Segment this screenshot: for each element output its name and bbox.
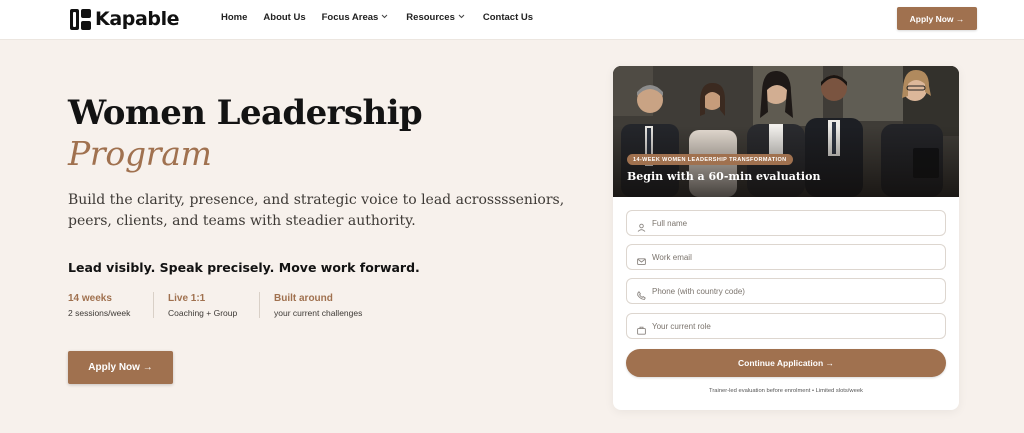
stat-focus-sub: your current challenges — [274, 308, 363, 318]
nav-home-label: Home — [221, 12, 248, 23]
nav-apply-now-button[interactable]: Apply Now → — [897, 7, 977, 30]
brand-logo[interactable]: Kapable — [70, 7, 180, 31]
full-name-field[interactable] — [626, 210, 946, 236]
hero-subtitle: Program — [68, 134, 212, 173]
nav-resources-label: Resources — [406, 12, 455, 23]
stat-format: Live 1:1 Coaching + Group — [153, 292, 259, 318]
stat-duration: 14 weeks 2 sessions/week — [68, 292, 153, 318]
nav-focus-areas[interactable]: Focus Areas — [322, 12, 389, 23]
nav-about-label: About Us — [263, 12, 306, 23]
stat-format-head: Live 1:1 — [168, 293, 206, 304]
nav-links: Home About Us Focus Areas Resources Cont… — [221, 12, 533, 23]
hero-description: Build the clarity, presence, and strateg… — [68, 192, 565, 229]
continue-application-button[interactable]: Continue Application → — [626, 349, 946, 377]
hero-tagline: Lead visibly. Speak precisely. Move work… — [68, 260, 420, 275]
phone-icon — [637, 287, 646, 300]
nav-resources[interactable]: Resources — [406, 12, 465, 23]
program-badge: 14-WEEK WOMEN LEADERSHIP TRANSFORMATION — [627, 154, 793, 165]
user-icon — [637, 219, 646, 232]
phone-field[interactable] — [626, 278, 946, 304]
nav-home[interactable]: Home — [221, 12, 247, 23]
nav-contact-us[interactable]: Contact Us — [483, 12, 533, 23]
top-navigation: Kapable Home About Us Focus Areas Resour… — [0, 0, 1024, 40]
card-heading: Begin with a 60-min evaluation — [627, 170, 821, 183]
briefcase-icon — [637, 322, 646, 335]
current-role-input[interactable] — [652, 321, 932, 331]
application-card: 14-WEEK WOMEN LEADERSHIP TRANSFORMATION … — [613, 66, 959, 410]
work-email-field[interactable] — [626, 244, 946, 270]
phone-input[interactable] — [652, 286, 932, 296]
stat-duration-head: 14 weeks — [68, 293, 112, 304]
brand-name: Kapable — [95, 8, 180, 30]
hero-apply-now-button[interactable]: Apply Now → — [68, 351, 173, 384]
stat-focus-head: Built around — [274, 293, 333, 304]
mail-icon — [637, 253, 646, 265]
team-photo: 14-WEEK WOMEN LEADERSHIP TRANSFORMATION … — [613, 66, 959, 197]
chevron-down-icon — [381, 12, 388, 21]
chevron-down-icon — [458, 12, 465, 21]
kapable-logo-icon — [70, 8, 91, 30]
nav-contact-label: Contact Us — [482, 12, 534, 23]
stat-format-sub: Coaching + Group — [168, 308, 238, 318]
nav-about-us[interactable]: About Us — [263, 12, 305, 23]
program-stats: 14 weeks 2 sessions/week Live 1:1 Coachi… — [68, 292, 376, 318]
stat-focus: Built around your current challenges — [259, 292, 376, 318]
card-footnote: Trainer-led evaluation before enrolment … — [709, 388, 863, 394]
hero-title: Women Leadership — [68, 93, 423, 133]
work-email-input[interactable] — [652, 252, 932, 262]
current-role-field[interactable] — [626, 313, 946, 339]
nav-focus-label: Focus Areas — [321, 12, 379, 23]
full-name-input[interactable] — [652, 218, 932, 228]
stat-duration-sub: 2 sessions/week — [68, 308, 131, 318]
